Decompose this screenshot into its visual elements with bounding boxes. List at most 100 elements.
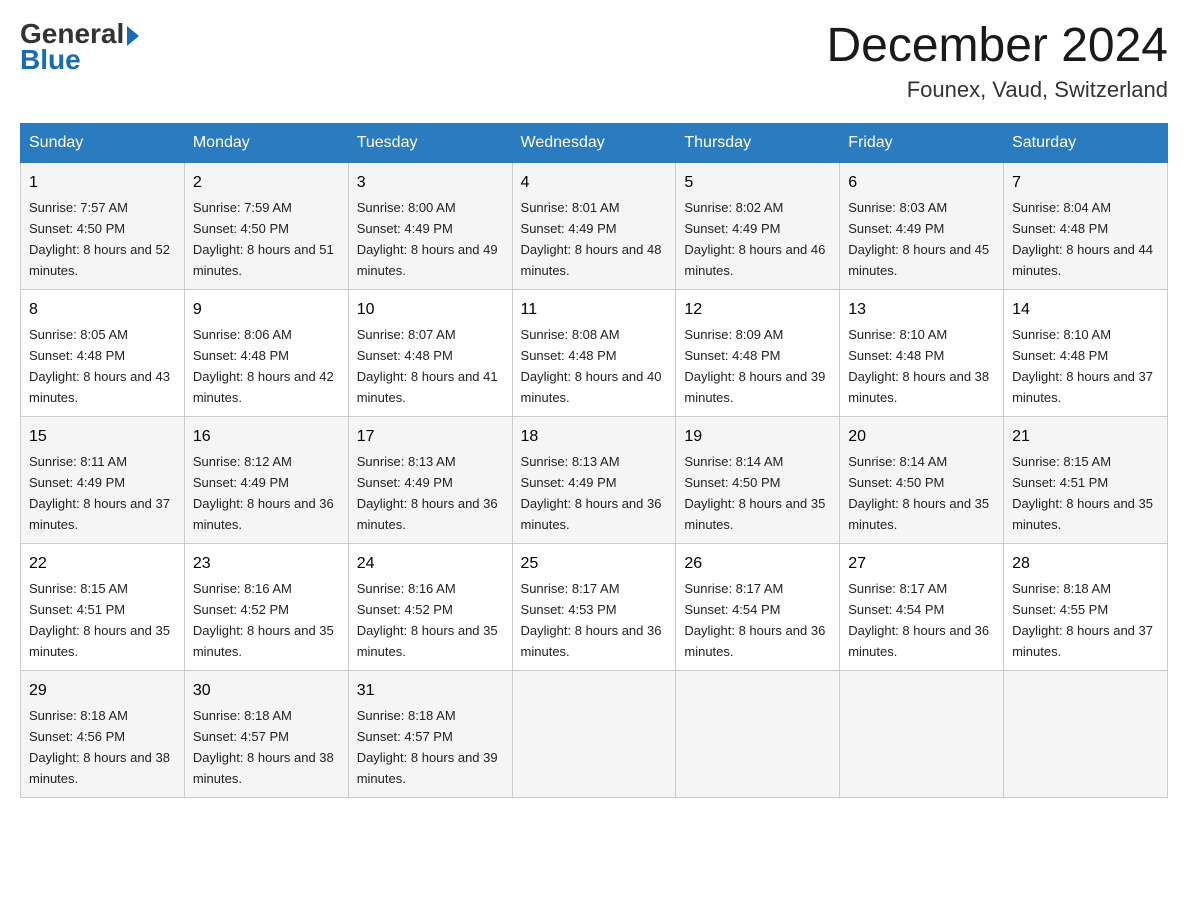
day-number: 20 xyxy=(848,425,995,449)
column-header-friday: Friday xyxy=(840,123,1004,162)
day-number: 25 xyxy=(521,552,668,576)
calendar-day-cell: 17 Sunrise: 8:13 AMSunset: 4:49 PMDayligh… xyxy=(348,416,512,543)
calendar-day-cell xyxy=(512,670,676,797)
title-section: December 2024 Founex, Vaud, Switzerland xyxy=(826,20,1168,103)
calendar-week-row: 22Sunrise: 8:15 AMSunset: 4:51 PMDayligh… xyxy=(21,543,1168,670)
calendar-day-cell: 18 Sunrise: 8:13 AMSunset: 4:49 PMDayligh… xyxy=(512,416,676,543)
day-info: Sunrise: 8:11 AMSunset: 4:49 PMDaylight:… xyxy=(29,454,170,532)
calendar-week-row: 15 Sunrise: 8:11 AMSunset: 4:49 PMDayligh… xyxy=(21,416,1168,543)
calendar-header-row: SundayMondayTuesdayWednesdayThursdayFrid… xyxy=(21,123,1168,162)
day-info: Sunrise: 8:01 AMSunset: 4:49 PMDaylight:… xyxy=(521,200,662,278)
logo: General Blue xyxy=(20,20,139,76)
calendar-day-cell: 25Sunrise: 8:17 AMSunset: 4:53 PMDayligh… xyxy=(512,543,676,670)
calendar-day-cell: 2Sunrise: 7:59 AMSunset: 4:50 PMDaylight… xyxy=(184,162,348,289)
day-number: 29 xyxy=(29,679,176,703)
calendar-day-cell: 23 Sunrise: 8:16 AMSunset: 4:52 PMDayligh… xyxy=(184,543,348,670)
day-info: Sunrise: 8:18 AMSunset: 4:57 PMDaylight:… xyxy=(357,708,498,786)
calendar-day-cell: 10 Sunrise: 8:07 AMSunset: 4:48 PMDayligh… xyxy=(348,289,512,416)
day-number: 10 xyxy=(357,298,504,322)
day-number: 13 xyxy=(848,298,995,322)
day-number: 16 xyxy=(193,425,340,449)
column-header-thursday: Thursday xyxy=(676,123,840,162)
calendar-day-cell: 28 Sunrise: 8:18 AMSunset: 4:55 PMDayligh… xyxy=(1004,543,1168,670)
day-number: 17 xyxy=(357,425,504,449)
day-number: 11 xyxy=(521,298,668,322)
day-number: 2 xyxy=(193,171,340,195)
logo-arrow-icon xyxy=(127,26,139,46)
calendar-day-cell: 24 Sunrise: 8:16 AMSunset: 4:52 PMDayligh… xyxy=(348,543,512,670)
location: Founex, Vaud, Switzerland xyxy=(826,77,1168,103)
day-number: 19 xyxy=(684,425,831,449)
day-number: 22 xyxy=(29,552,176,576)
day-number: 26 xyxy=(684,552,831,576)
day-info: Sunrise: 8:05 AMSunset: 4:48 PMDaylight:… xyxy=(29,327,170,405)
day-number: 27 xyxy=(848,552,995,576)
day-info: Sunrise: 8:13 AMSunset: 4:49 PMDaylight:… xyxy=(521,454,662,532)
calendar-day-cell: 11 Sunrise: 8:08 AMSunset: 4:48 PMDayligh… xyxy=(512,289,676,416)
day-number: 14 xyxy=(1012,298,1159,322)
calendar-day-cell: 21Sunrise: 8:15 AMSunset: 4:51 PMDayligh… xyxy=(1004,416,1168,543)
day-info: Sunrise: 8:10 AMSunset: 4:48 PMDaylight:… xyxy=(1012,327,1153,405)
day-info: Sunrise: 8:17 AMSunset: 4:54 PMDaylight:… xyxy=(848,581,989,659)
calendar-day-cell xyxy=(840,670,1004,797)
day-info: Sunrise: 7:57 AMSunset: 4:50 PMDaylight:… xyxy=(29,200,170,278)
day-number: 18 xyxy=(521,425,668,449)
month-title: December 2024 xyxy=(826,20,1168,73)
calendar-day-cell: 12 Sunrise: 8:09 AMSunset: 4:48 PMDayligh… xyxy=(676,289,840,416)
day-number: 30 xyxy=(193,679,340,703)
calendar-day-cell: 5Sunrise: 8:02 AMSunset: 4:49 PMDaylight… xyxy=(676,162,840,289)
calendar-day-cell xyxy=(676,670,840,797)
calendar-week-row: 8 Sunrise: 8:05 AMSunset: 4:48 PMDaylight… xyxy=(21,289,1168,416)
day-info: Sunrise: 8:06 AMSunset: 4:48 PMDaylight:… xyxy=(193,327,334,405)
calendar-day-cell: 7Sunrise: 8:04 AMSunset: 4:48 PMDaylight… xyxy=(1004,162,1168,289)
calendar-day-cell: 8 Sunrise: 8:05 AMSunset: 4:48 PMDaylight… xyxy=(21,289,185,416)
day-info: Sunrise: 8:14 AMSunset: 4:50 PMDaylight:… xyxy=(848,454,989,532)
day-number: 12 xyxy=(684,298,831,322)
day-info: Sunrise: 8:10 AMSunset: 4:48 PMDaylight:… xyxy=(848,327,989,405)
day-number: 31 xyxy=(357,679,504,703)
calendar-day-cell: 29 Sunrise: 8:18 AMSunset: 4:56 PMDayligh… xyxy=(21,670,185,797)
day-info: Sunrise: 8:15 AMSunset: 4:51 PMDaylight:… xyxy=(1012,454,1153,532)
calendar-day-cell: 1 Sunrise: 7:57 AMSunset: 4:50 PMDaylight… xyxy=(21,162,185,289)
day-info: Sunrise: 8:09 AMSunset: 4:48 PMDaylight:… xyxy=(684,327,825,405)
day-info: Sunrise: 8:18 AMSunset: 4:55 PMDaylight:… xyxy=(1012,581,1153,659)
calendar-day-cell: 9 Sunrise: 8:06 AMSunset: 4:48 PMDaylight… xyxy=(184,289,348,416)
day-number: 1 xyxy=(29,171,176,195)
day-info: Sunrise: 8:08 AMSunset: 4:48 PMDaylight:… xyxy=(521,327,662,405)
logo-blue-text: Blue xyxy=(20,44,139,76)
calendar-day-cell: 26 Sunrise: 8:17 AMSunset: 4:54 PMDayligh… xyxy=(676,543,840,670)
calendar-day-cell: 27 Sunrise: 8:17 AMSunset: 4:54 PMDayligh… xyxy=(840,543,1004,670)
day-number: 5 xyxy=(684,171,831,195)
calendar-week-row: 29 Sunrise: 8:18 AMSunset: 4:56 PMDayligh… xyxy=(21,670,1168,797)
column-header-wednesday: Wednesday xyxy=(512,123,676,162)
day-info: Sunrise: 8:12 AMSunset: 4:49 PMDaylight:… xyxy=(193,454,334,532)
calendar-day-cell: 19 Sunrise: 8:14 AMSunset: 4:50 PMDayligh… xyxy=(676,416,840,543)
column-header-saturday: Saturday xyxy=(1004,123,1168,162)
day-info: Sunrise: 8:07 AMSunset: 4:48 PMDaylight:… xyxy=(357,327,498,405)
calendar-day-cell: 6Sunrise: 8:03 AMSunset: 4:49 PMDaylight… xyxy=(840,162,1004,289)
day-number: 28 xyxy=(1012,552,1159,576)
column-header-monday: Monday xyxy=(184,123,348,162)
column-header-tuesday: Tuesday xyxy=(348,123,512,162)
day-info: Sunrise: 8:13 AMSunset: 4:49 PMDaylight:… xyxy=(357,454,498,532)
day-info: Sunrise: 8:18 AMSunset: 4:56 PMDaylight:… xyxy=(29,708,170,786)
calendar-day-cell: 13 Sunrise: 8:10 AMSunset: 4:48 PMDayligh… xyxy=(840,289,1004,416)
calendar-day-cell: 20 Sunrise: 8:14 AMSunset: 4:50 PMDayligh… xyxy=(840,416,1004,543)
calendar-day-cell: 30Sunrise: 8:18 AMSunset: 4:57 PMDayligh… xyxy=(184,670,348,797)
calendar-day-cell: 22Sunrise: 8:15 AMSunset: 4:51 PMDayligh… xyxy=(21,543,185,670)
day-info: Sunrise: 8:17 AMSunset: 4:54 PMDaylight:… xyxy=(684,581,825,659)
day-number: 3 xyxy=(357,171,504,195)
day-number: 15 xyxy=(29,425,176,449)
day-number: 23 xyxy=(193,552,340,576)
day-info: Sunrise: 8:14 AMSunset: 4:50 PMDaylight:… xyxy=(684,454,825,532)
day-info: Sunrise: 8:16 AMSunset: 4:52 PMDaylight:… xyxy=(357,581,498,659)
day-number: 9 xyxy=(193,298,340,322)
calendar-day-cell: 15 Sunrise: 8:11 AMSunset: 4:49 PMDayligh… xyxy=(21,416,185,543)
calendar-day-cell: 14 Sunrise: 8:10 AMSunset: 4:48 PMDayligh… xyxy=(1004,289,1168,416)
calendar-day-cell: 4 Sunrise: 8:01 AMSunset: 4:49 PMDaylight… xyxy=(512,162,676,289)
day-info: Sunrise: 8:16 AMSunset: 4:52 PMDaylight:… xyxy=(193,581,334,659)
day-number: 24 xyxy=(357,552,504,576)
calendar-day-cell: 31 Sunrise: 8:18 AMSunset: 4:57 PMDayligh… xyxy=(348,670,512,797)
day-number: 4 xyxy=(521,171,668,195)
day-number: 8 xyxy=(29,298,176,322)
